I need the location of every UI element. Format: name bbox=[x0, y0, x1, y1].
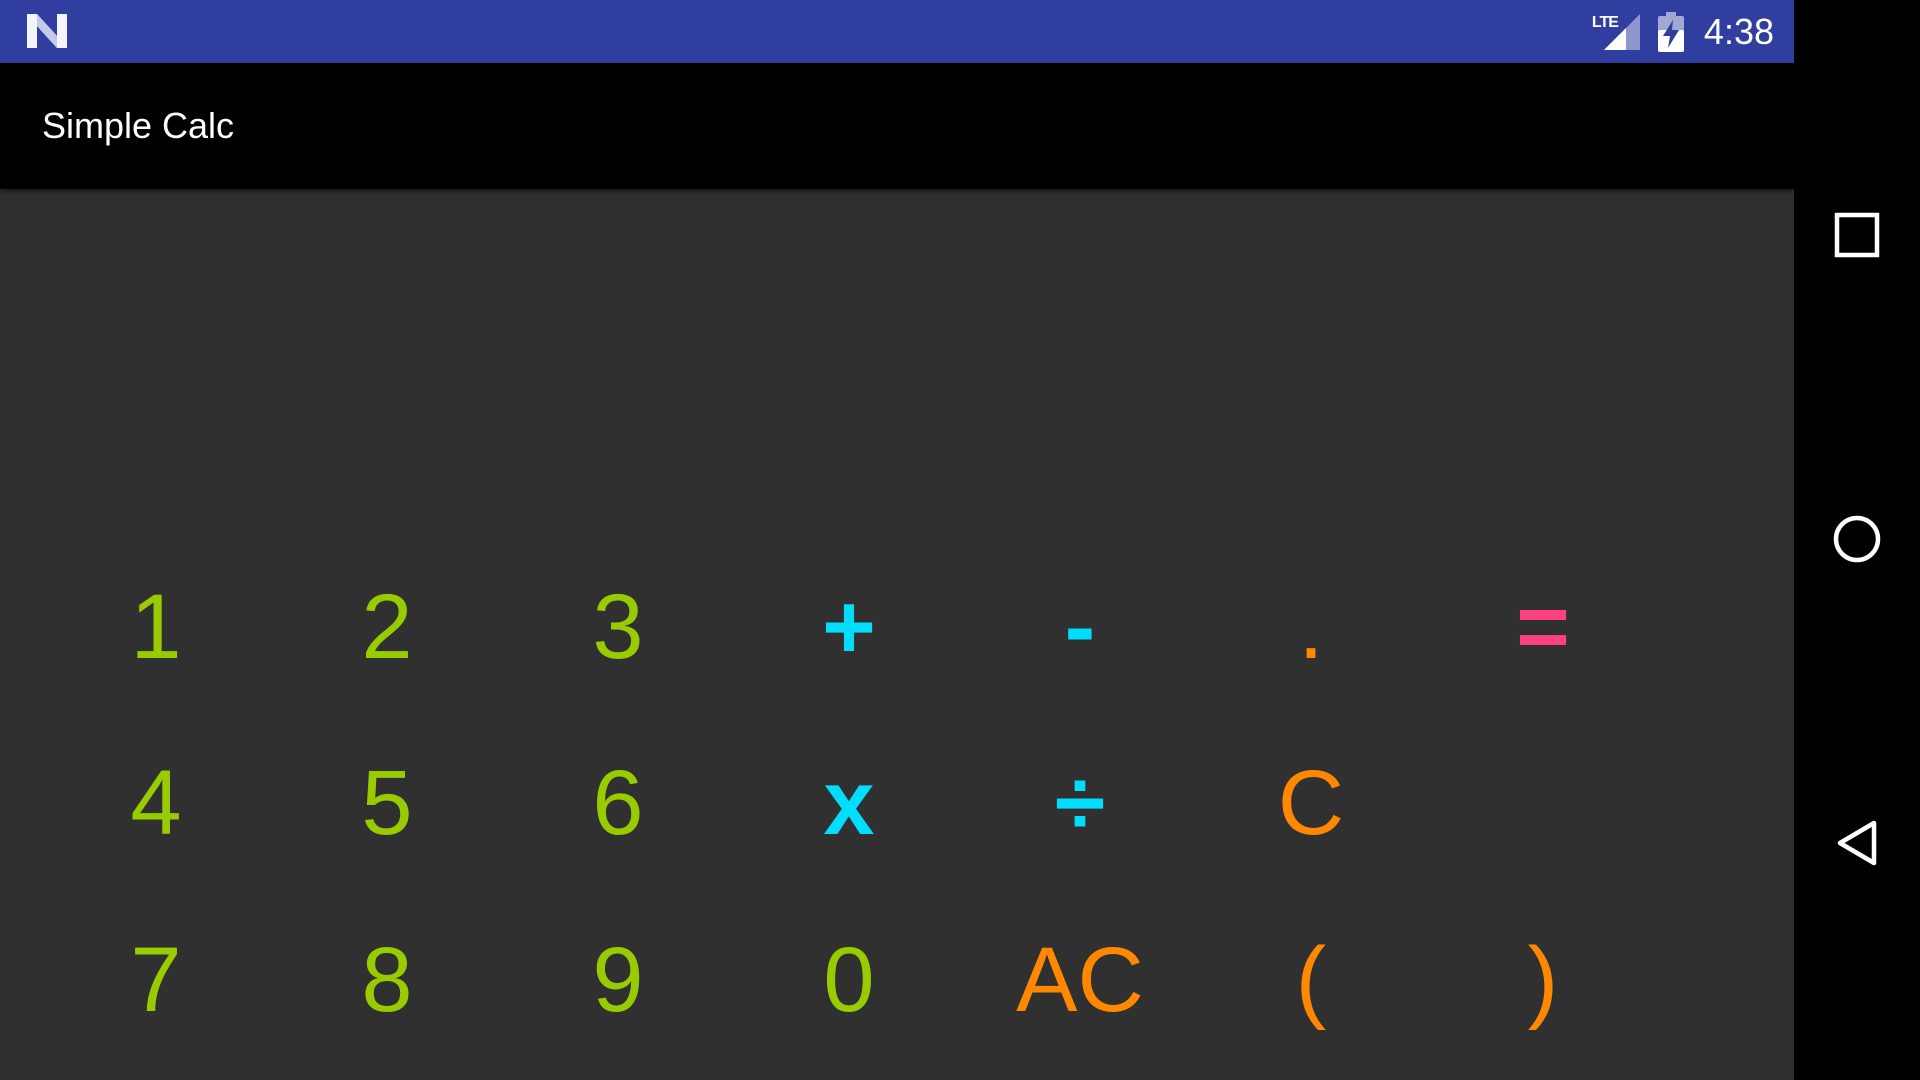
battery-charging-icon bbox=[1657, 11, 1684, 52]
key-plus[interactable]: + bbox=[749, 547, 949, 707]
navigation-bar bbox=[1794, 0, 1920, 1080]
clock: 4:38 bbox=[1703, 10, 1774, 52]
status-bar: LTE 4:38 bbox=[0, 0, 1794, 63]
key-6[interactable]: 6 bbox=[518, 723, 718, 883]
square-icon[interactable] bbox=[1832, 210, 1882, 260]
triangle-back-icon[interactable] bbox=[1832, 818, 1882, 868]
key-5[interactable]: 5 bbox=[287, 723, 487, 883]
key-2[interactable]: 2 bbox=[287, 547, 487, 707]
key-9[interactable]: 9 bbox=[518, 900, 718, 1060]
key-8[interactable]: 8 bbox=[287, 900, 487, 1060]
keypad: 1 2 3 + - . = 4 5 6 x ÷ C 7 8 9 0 AC ( ) bbox=[0, 519, 1794, 1080]
key-close-paren[interactable]: ) bbox=[1443, 900, 1643, 1060]
app-title: Simple Calc bbox=[42, 105, 235, 146]
key-multiply[interactable]: x bbox=[749, 723, 949, 883]
key-all-clear[interactable]: AC bbox=[980, 900, 1180, 1060]
status-icons: LTE 4:38 bbox=[1592, 0, 1774, 63]
key-open-paren[interactable]: ( bbox=[1211, 900, 1411, 1060]
key-3[interactable]: 3 bbox=[518, 547, 718, 707]
app-bar: Simple Calc bbox=[0, 63, 1794, 189]
key-minus[interactable]: - bbox=[980, 547, 1180, 707]
key-0[interactable]: 0 bbox=[749, 900, 949, 1060]
key-decimal[interactable]: . bbox=[1211, 547, 1411, 707]
key-4[interactable]: 4 bbox=[56, 723, 256, 883]
calculator-display bbox=[0, 189, 1794, 519]
key-clear[interactable]: C bbox=[1211, 723, 1411, 883]
key-divide[interactable]: ÷ bbox=[980, 723, 1180, 883]
key-1[interactable]: 1 bbox=[56, 547, 256, 707]
network-type: LTE bbox=[1591, 13, 1619, 31]
android-n-icon bbox=[27, 14, 67, 48]
key-equals[interactable]: = bbox=[1443, 547, 1643, 707]
key-7[interactable]: 7 bbox=[56, 900, 256, 1060]
network-indicator: LTE bbox=[1592, 12, 1640, 52]
app-screen: LTE 4:38 Simple Calc 1 2 3 + - . = 4 5 6… bbox=[0, 0, 1794, 1080]
circle-icon[interactable] bbox=[1832, 514, 1882, 564]
